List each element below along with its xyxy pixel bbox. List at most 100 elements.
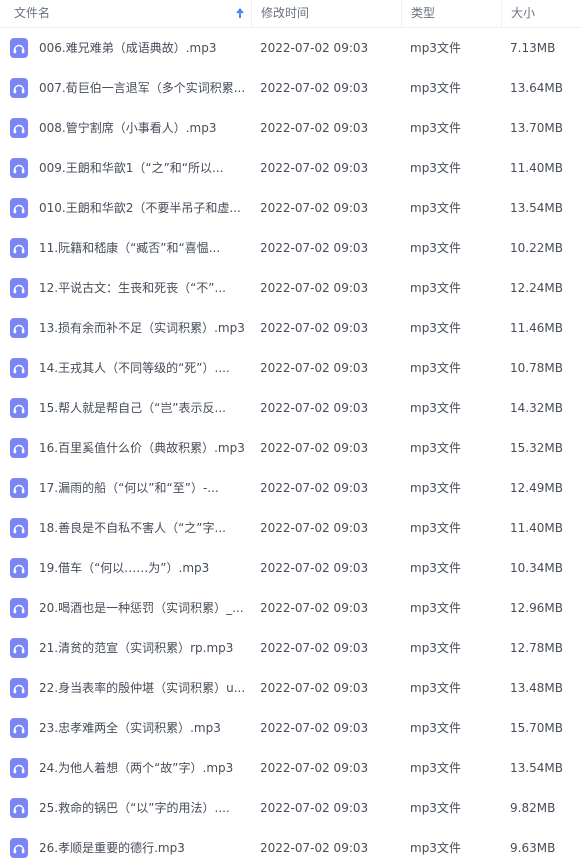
file-type: mp3文件 (410, 681, 461, 695)
file-type: mp3文件 (410, 401, 461, 415)
file-row[interactable]: 23.忠孝难两全（实词积累）.mp3 2022-07-02 09:03 mp3文… (0, 708, 581, 748)
file-modified-time: 2022-07-02 09:03 (260, 41, 369, 55)
file-row[interactable]: 008.管宁割席（小事看人）.mp3 2022-07-02 09:03 mp3文… (0, 108, 581, 148)
audio-file-icon (10, 78, 28, 98)
audio-file-icon (10, 638, 28, 658)
file-modified-time: 2022-07-02 09:03 (260, 441, 369, 455)
file-name[interactable]: 14.王戎其人（不同等级的“死”）.... (39, 348, 249, 388)
audio-file-icon (10, 158, 28, 178)
file-row[interactable]: 26.孝顺是重要的德行.mp3 2022-07-02 09:03 mp3文件 9… (0, 828, 581, 868)
file-name[interactable]: 008.管宁割席（小事看人）.mp3 (39, 108, 249, 148)
file-modified-time: 2022-07-02 09:03 (260, 361, 369, 375)
file-row[interactable]: 21.清贫的范宣（实词积累）rp.mp3 2022-07-02 09:03 mp… (0, 628, 581, 668)
file-row[interactable]: 006.难兄难弟（成语典故）.mp3 2022-07-02 09:03 mp3文… (0, 28, 581, 68)
file-row[interactable]: 010.王朗和华歆2（不要半吊子和虚... 2022-07-02 09:03 m… (0, 188, 581, 228)
file-type: mp3文件 (410, 361, 461, 375)
file-row[interactable]: 009.王朗和华歆1（“之”和“所以... 2022-07-02 09:03 m… (0, 148, 581, 188)
file-name[interactable]: 16.百里奚值什么价（典故积累）.mp3 (39, 428, 249, 468)
file-size: 11.40MB (510, 161, 563, 175)
file-type: mp3文件 (410, 321, 461, 335)
file-row[interactable]: 22.身当表率的殷仲堪（实词积累）u... 2022-07-02 09:03 m… (0, 668, 581, 708)
file-type: mp3文件 (410, 641, 461, 655)
file-modified-time: 2022-07-02 09:03 (260, 281, 369, 295)
file-size: 11.40MB (510, 521, 563, 535)
file-size: 11.46MB (510, 321, 563, 335)
audio-file-icon (10, 478, 28, 498)
column-header-name[interactable]: 文件名 (0, 0, 251, 28)
audio-file-icon (10, 278, 28, 298)
file-name[interactable]: 20.喝酒也是一种惩罚（实词积累）_... (39, 588, 249, 628)
file-row[interactable]: 25.救命的锅巴（“以”字的用法）.... 2022-07-02 09:03 m… (0, 788, 581, 828)
file-list-header: 文件名 修改时间 类型 大小 (0, 0, 581, 28)
file-name[interactable]: 11.阮籍和嵇康（“臧否”和“喜愠... (39, 228, 249, 268)
audio-file-icon (10, 558, 28, 578)
file-size: 13.54MB (510, 201, 563, 215)
file-size: 12.96MB (510, 601, 563, 615)
file-name[interactable]: 13.损有余而补不足（实词积累）.mp3 (39, 308, 249, 348)
file-size: 13.48MB (510, 681, 563, 695)
file-name[interactable]: 12.平说古文：生丧和死丧（“不”... (39, 268, 249, 308)
file-size: 13.70MB (510, 121, 563, 135)
audio-file-icon (10, 758, 28, 778)
file-name[interactable]: 19.借车（“何以……为”）.mp3 (39, 548, 249, 588)
file-row[interactable]: 12.平说古文：生丧和死丧（“不”... 2022-07-02 09:03 mp… (0, 268, 581, 308)
file-name[interactable]: 22.身当表率的殷仲堪（实词积累）u... (39, 668, 249, 708)
file-name[interactable]: 15.帮人就是帮自己（“岂”表示反... (39, 388, 249, 428)
file-name[interactable]: 24.为他人着想（两个“故”字）.mp3 (39, 748, 249, 788)
file-name[interactable]: 26.孝顺是重要的德行.mp3 (39, 828, 249, 868)
file-row[interactable]: 20.喝酒也是一种惩罚（实词积累）_... 2022-07-02 09:03 m… (0, 588, 581, 628)
file-name[interactable]: 009.王朗和华歆1（“之”和“所以... (39, 148, 249, 188)
file-name[interactable]: 006.难兄难弟（成语典故）.mp3 (39, 28, 249, 68)
file-modified-time: 2022-07-02 09:03 (260, 241, 369, 255)
file-type: mp3文件 (410, 841, 461, 855)
file-size: 13.64MB (510, 81, 563, 95)
file-type: mp3文件 (410, 801, 461, 815)
file-row[interactable]: 18.善良是不自私不害人（“之”字... 2022-07-02 09:03 mp… (0, 508, 581, 548)
audio-file-icon (10, 358, 28, 378)
file-name[interactable]: 21.清贫的范宣（实词积累）rp.mp3 (39, 628, 249, 668)
file-type: mp3文件 (410, 201, 461, 215)
file-modified-time: 2022-07-02 09:03 (260, 801, 369, 815)
file-row[interactable]: 19.借车（“何以……为”）.mp3 2022-07-02 09:03 mp3文… (0, 548, 581, 588)
file-size: 7.13MB (510, 41, 556, 55)
file-row[interactable]: 16.百里奚值什么价（典故积累）.mp3 2022-07-02 09:03 mp… (0, 428, 581, 468)
file-row[interactable]: 11.阮籍和嵇康（“臧否”和“喜愠... 2022-07-02 09:03 mp… (0, 228, 581, 268)
audio-file-icon (10, 438, 28, 458)
column-header-modified-time[interactable]: 修改时间 (251, 0, 401, 28)
file-size: 10.22MB (510, 241, 563, 255)
file-size: 12.78MB (510, 641, 563, 655)
file-size: 10.34MB (510, 561, 563, 575)
file-type: mp3文件 (410, 161, 461, 175)
file-modified-time: 2022-07-02 09:03 (260, 321, 369, 335)
audio-file-icon (10, 598, 28, 618)
audio-file-icon (10, 518, 28, 538)
file-row[interactable]: 13.损有余而补不足（实词积累）.mp3 2022-07-02 09:03 mp… (0, 308, 581, 348)
file-type: mp3文件 (410, 481, 461, 495)
file-name[interactable]: 007.荀巨伯一言退军（多个实词积累... (39, 68, 249, 108)
file-type: mp3文件 (410, 561, 461, 575)
file-type: mp3文件 (410, 761, 461, 775)
file-name[interactable]: 23.忠孝难两全（实词积累）.mp3 (39, 708, 249, 748)
file-name[interactable]: 25.救命的锅巴（“以”字的用法）.... (39, 788, 249, 828)
file-row[interactable]: 007.荀巨伯一言退军（多个实词积累... 2022-07-02 09:03 m… (0, 68, 581, 108)
sort-ascending-icon[interactable] (235, 6, 245, 20)
file-row[interactable]: 14.王戎其人（不同等级的“死”）.... 2022-07-02 09:03 m… (0, 348, 581, 388)
file-name[interactable]: 17.漏雨的船（“何以”和“至”）-... (39, 468, 249, 508)
file-row[interactable]: 17.漏雨的船（“何以”和“至”）-... 2022-07-02 09:03 m… (0, 468, 581, 508)
file-modified-time: 2022-07-02 09:03 (260, 201, 369, 215)
file-type: mp3文件 (410, 241, 461, 255)
file-row[interactable]: 15.帮人就是帮自己（“岂”表示反... 2022-07-02 09:03 mp… (0, 388, 581, 428)
column-header-type[interactable]: 类型 (401, 0, 501, 28)
column-header-size[interactable]: 大小 (501, 0, 581, 28)
file-name[interactable]: 18.善良是不自私不害人（“之”字... (39, 508, 249, 548)
file-size: 13.54MB (510, 761, 563, 775)
file-modified-time: 2022-07-02 09:03 (260, 401, 369, 415)
column-header-size-label: 大小 (511, 6, 536, 20)
file-size: 15.70MB (510, 721, 563, 735)
file-row[interactable]: 24.为他人着想（两个“故”字）.mp3 2022-07-02 09:03 mp… (0, 748, 581, 788)
file-modified-time: 2022-07-02 09:03 (260, 601, 369, 615)
file-size: 12.49MB (510, 481, 563, 495)
file-size: 9.82MB (510, 801, 556, 815)
file-modified-time: 2022-07-02 09:03 (260, 161, 369, 175)
file-name[interactable]: 010.王朗和华歆2（不要半吊子和虚... (39, 188, 249, 228)
